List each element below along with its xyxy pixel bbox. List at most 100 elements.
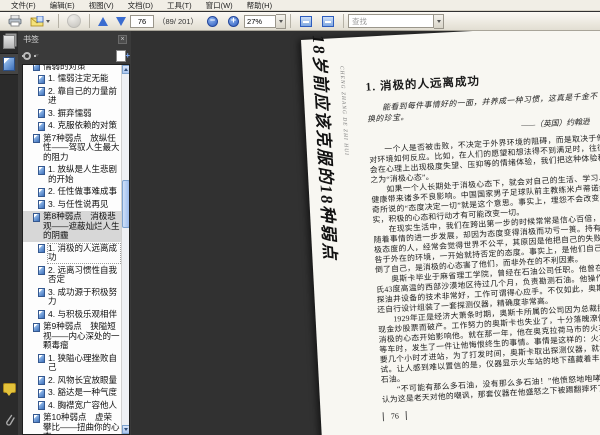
zoom-in-icon bbox=[228, 15, 240, 27]
zoom-level-dropdown[interactable] bbox=[276, 13, 287, 29]
document-page: 18岁前应该克服的18种弱点 CHENG ZHANG DE ZHI HUI 1.… bbox=[301, 31, 600, 435]
scroll-up-icon bbox=[124, 68, 128, 71]
bookmarks-panel-toolbar bbox=[18, 48, 131, 63]
bookmark-page-icon bbox=[33, 212, 40, 222]
bookmark-label: 1. 消极的人远离成功 bbox=[47, 242, 121, 264]
bookmark-item[interactable]: 1. 消极的人远离成功 bbox=[23, 242, 121, 264]
scrollbar-thumb[interactable] bbox=[122, 180, 129, 228]
paperclip-icon bbox=[6, 414, 15, 426]
bookmark-label: 3. 摒弃懦弱 bbox=[48, 107, 92, 118]
bookmark-item[interactable]: 2. 靠自己的力量前进 bbox=[23, 85, 121, 107]
close-icon[interactable]: × bbox=[118, 35, 127, 44]
bookmark-page-icon bbox=[33, 322, 40, 332]
scroll-down-button[interactable] bbox=[122, 425, 129, 434]
document-view-area[interactable]: 18岁前应该克服的18种弱点 CHENG ZHANG DE ZHI HUI 1.… bbox=[131, 31, 600, 435]
bookmark-label: 3. 成功源于积极努力 bbox=[48, 286, 117, 306]
bookmarks-icon bbox=[3, 57, 15, 71]
bookmark-label: 第10种弱点 虚荣攀比——扭曲你的心态 bbox=[43, 412, 120, 434]
bookmark-label: 3. 与任性说再见 bbox=[48, 198, 109, 209]
bookmark-item[interactable]: 懦弱的对策 bbox=[23, 65, 121, 73]
bookmark-label: 3. 豁达是一种气度 bbox=[48, 387, 117, 397]
menu-item[interactable]: 视图(V) bbox=[82, 0, 121, 11]
bookmark-item[interactable]: 第10种弱点 虚荣攀比——扭曲你的心态 bbox=[23, 412, 121, 434]
bookmark-item[interactable]: 第9种弱点 狭隘短视——内心深处的一颗毒瘤 bbox=[23, 321, 121, 353]
chevron-down-icon bbox=[46, 19, 50, 23]
bookmark-page-icon bbox=[38, 288, 45, 297]
bookmark-label: 第8种弱点 消极悲观——遮蔽灿烂人生的阴霾 bbox=[43, 211, 120, 240]
bookmark-label: 4. 克服依赖的对策 bbox=[48, 120, 117, 130]
page-number-input[interactable] bbox=[130, 14, 154, 28]
menu-item[interactable]: 文档(D) bbox=[121, 0, 160, 11]
section-title: 1. 消极的人远离成功 bbox=[365, 75, 481, 94]
previous-page-button[interactable] bbox=[95, 13, 111, 30]
email-icon bbox=[30, 15, 44, 26]
bookmark-item[interactable]: 3. 成功源于积极努力 bbox=[23, 286, 121, 308]
bookmark-item[interactable]: 第8种弱点 消极悲观——遮蔽灿烂人生的阴霾 bbox=[23, 210, 121, 242]
fit-width-icon bbox=[300, 15, 313, 27]
chevron-down-icon bbox=[278, 19, 283, 23]
bookmark-item[interactable]: 2. 任性做事难成事 bbox=[23, 186, 121, 199]
fit-width-button[interactable] bbox=[296, 13, 316, 30]
chevron-down-icon bbox=[436, 19, 441, 23]
scroll-up-button[interactable] bbox=[122, 65, 129, 74]
page-thumbnails-icon bbox=[3, 35, 15, 49]
bookmarks-panel-header: 书签 × bbox=[18, 31, 131, 48]
zoom-out-icon bbox=[207, 15, 219, 27]
bookmark-page-icon bbox=[38, 376, 45, 385]
bookmark-item[interactable]: 1. 狭隘心理挫败自己 bbox=[23, 352, 121, 374]
navigation-icon-strip bbox=[0, 31, 18, 435]
bookmark-item[interactable]: 3. 豁达是一种气度 bbox=[23, 387, 121, 400]
menu-item[interactable]: 编辑(E) bbox=[43, 0, 82, 11]
bookmark-page-icon bbox=[38, 354, 45, 363]
body-paragraph: 1929年正是经济大萧条时期，奥斯卡所属的公司因为总裁挪用现金炒股票而破产。工作… bbox=[378, 303, 600, 385]
comments-icon bbox=[2, 383, 16, 396]
arrow-down-icon bbox=[116, 16, 126, 26]
bookmark-page-icon bbox=[38, 401, 45, 410]
bookmark-item[interactable]: 2. 风物长宜放眼量 bbox=[23, 374, 121, 387]
fit-page-button[interactable] bbox=[318, 13, 338, 30]
bookmark-item[interactable]: 1. 懦弱注定无能 bbox=[23, 73, 121, 86]
bookmark-item[interactable]: 3. 摒弃懦弱 bbox=[23, 107, 121, 120]
search-options-dropdown[interactable] bbox=[434, 13, 445, 29]
bookmark-item[interactable]: 4. 与积极乐观相伴 bbox=[23, 308, 121, 321]
bookmark-item[interactable]: 4. 克服依赖的对策 bbox=[23, 120, 121, 133]
bookmarks-tab[interactable] bbox=[0, 53, 18, 75]
bookmark-page-icon bbox=[38, 388, 45, 398]
bookmarks-tree-container: 懦弱的对策 1. 懦弱注定无能 2. 靠自己的力量前进 3. 摒弃懦弱 4. 克… bbox=[22, 64, 130, 435]
bookmark-options-button[interactable] bbox=[22, 51, 39, 60]
bookmark-label: 2. 风物长宜放眼量 bbox=[48, 374, 117, 385]
zoom-out-button[interactable] bbox=[203, 13, 222, 30]
page-text-block: 1. 消极的人远离成功 能看到每件事情好的一面，并养成一种习惯，这真是千金不换的… bbox=[365, 66, 600, 423]
page-thumbnails-tab[interactable] bbox=[0, 31, 18, 53]
bookmark-page-icon bbox=[38, 74, 45, 84]
bookmark-page-icon bbox=[33, 65, 40, 71]
bookmark-item[interactable]: 4. 胸襟宽广容他人 bbox=[23, 399, 121, 412]
search-input[interactable] bbox=[348, 14, 435, 28]
previous-view-button-disabled[interactable] bbox=[64, 13, 84, 30]
bookmark-label: 1. 放纵是人生悲剧的开始 bbox=[48, 164, 117, 184]
page-number-label: 76 bbox=[382, 410, 408, 421]
bookmark-item[interactable]: 1. 放纵是人生悲剧的开始 bbox=[23, 164, 121, 186]
new-bookmark-icon[interactable] bbox=[116, 49, 130, 62]
bookmark-item[interactable]: 3. 与任性说再见 bbox=[23, 198, 121, 211]
strip-bottom-group bbox=[0, 377, 18, 431]
comments-tab[interactable] bbox=[0, 377, 18, 399]
arrow-up-icon bbox=[98, 16, 108, 26]
menu-item[interactable]: 窗口(W) bbox=[199, 0, 240, 11]
bookmark-item[interactable]: 2. 远离习惯性自我否定 bbox=[23, 264, 121, 286]
zoom-in-button[interactable] bbox=[224, 13, 243, 30]
zoom-level-input[interactable] bbox=[244, 14, 277, 28]
bookmark-page-icon bbox=[38, 109, 45, 118]
menu-item[interactable]: 文件(F) bbox=[4, 0, 43, 11]
bookmark-page-icon bbox=[38, 165, 45, 175]
previous-view-icon bbox=[67, 14, 81, 28]
bookmarks-scrollbar[interactable] bbox=[121, 65, 129, 434]
attachments-tab[interactable] bbox=[0, 409, 18, 431]
print-button[interactable] bbox=[5, 13, 25, 30]
share-email-button[interactable] bbox=[27, 13, 53, 30]
next-page-button[interactable] bbox=[113, 13, 129, 30]
menu-item[interactable]: 帮助(H) bbox=[240, 0, 279, 11]
bookmark-item[interactable]: 第7种弱点 放纵任性——驾驭人生最大的阻力 bbox=[23, 132, 121, 164]
menu-item[interactable]: 工具(T) bbox=[160, 0, 199, 11]
bookmark-label: 4. 与积极乐观相伴 bbox=[48, 308, 117, 319]
